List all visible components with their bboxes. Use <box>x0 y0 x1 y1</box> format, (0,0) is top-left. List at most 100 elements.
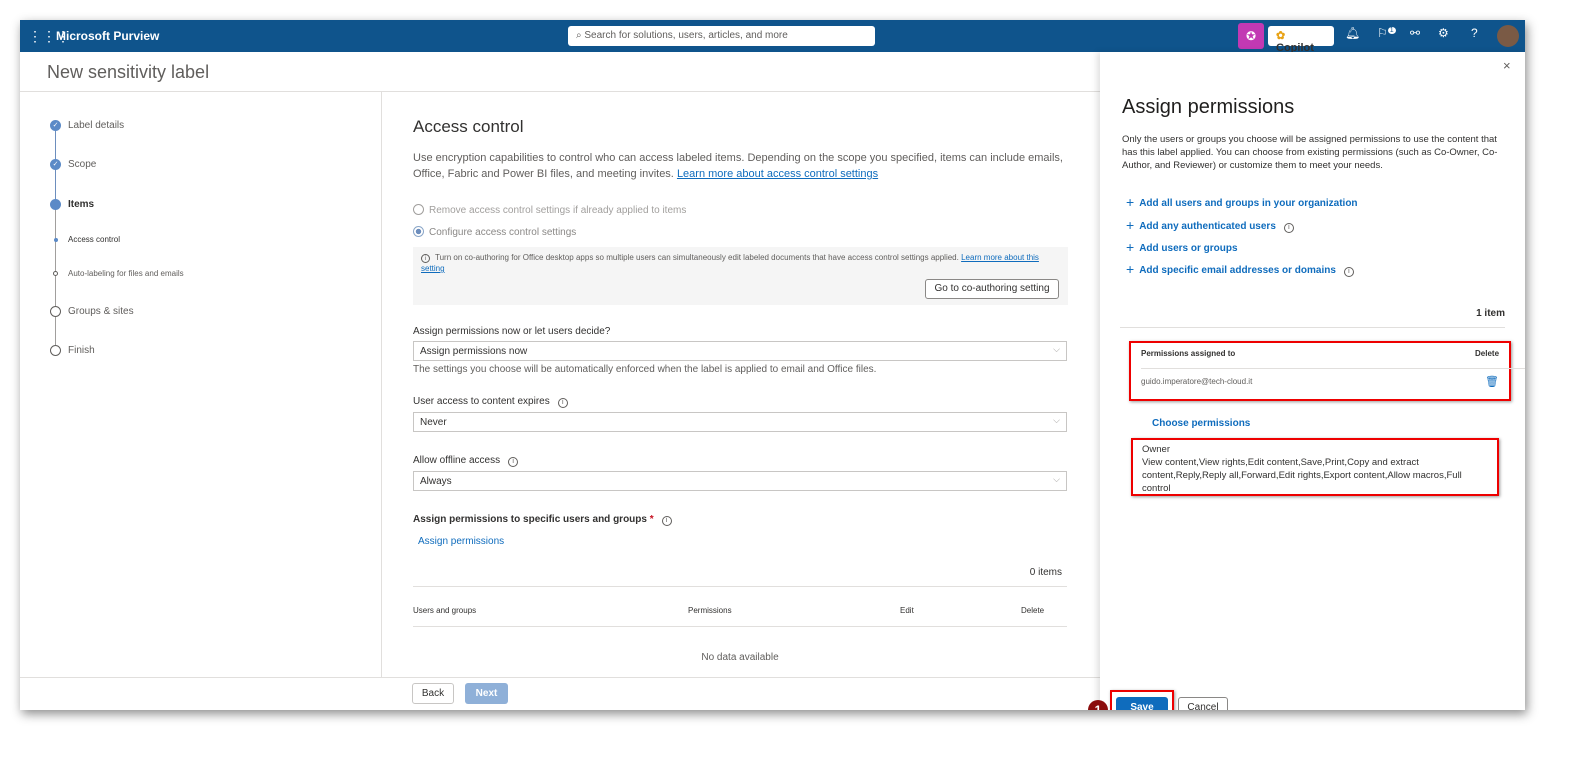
permissions-summary: Owner View content,View rights,Edit conte… <box>1142 443 1492 495</box>
add-authenticated-users-link[interactable]: + Add any authenticated users i <box>1126 217 1294 233</box>
link-label: Add specific email addresses or domains <box>1139 265 1336 276</box>
chevron-down-icon: ⌵ <box>1053 415 1060 425</box>
assign-permissions-link[interactable]: Assign permissions <box>418 536 504 547</box>
next-button[interactable]: Next <box>465 683 508 704</box>
assign-help-text: The settings you choose will be automati… <box>413 364 877 375</box>
learn-more-link[interactable]: Learn more about access control settings <box>677 168 878 180</box>
info-icon[interactable]: i <box>557 398 568 408</box>
assign-permissions-dropdown[interactable]: Assign permissions now ⌵ <box>413 341 1067 361</box>
info-text: Turn on co-authoring for Office desktop … <box>435 253 959 262</box>
step-circle-icon <box>50 306 61 317</box>
connections-icon[interactable]: ⚯ <box>1410 26 1420 40</box>
divider <box>20 677 1100 678</box>
top-bar: ⋮⋮⋮ Microsoft Purview ⌕ Search for solut… <box>20 20 1525 54</box>
app-name[interactable]: Microsoft Purview <box>56 29 159 43</box>
step-callout-badge: 1 <box>1088 700 1108 710</box>
plus-icon: + <box>1126 217 1135 233</box>
divider <box>413 626 1067 627</box>
avatar[interactable] <box>1497 25 1519 47</box>
page-title: New sensitivity label <box>47 62 210 82</box>
substep-dot-icon <box>54 238 58 242</box>
column-users-groups[interactable]: Users and groups <box>413 606 476 615</box>
check-icon: ✓ <box>50 159 61 170</box>
divider <box>20 91 1100 92</box>
gear-icon[interactable]: ⚙ <box>1438 26 1449 40</box>
info-icon[interactable]: i <box>1343 267 1354 277</box>
purview-agent-button[interactable]: ✪ <box>1238 23 1264 49</box>
save-button[interactable]: Save <box>1116 697 1168 710</box>
radio-label: Configure access control settings <box>429 227 577 238</box>
panel-description: Only the users or groups you choose will… <box>1122 134 1498 171</box>
step-groups-sites[interactable]: Groups & sites <box>68 306 134 317</box>
copilot-button[interactable]: ✿ Copilot <box>1268 26 1334 54</box>
step-label-details[interactable]: Label details <box>68 120 124 131</box>
step-scope[interactable]: Scope <box>68 159 96 170</box>
divider <box>1141 368 1525 369</box>
step-finish[interactable]: Finish <box>68 345 95 356</box>
link-label: Add users or groups <box>1139 243 1238 254</box>
link-label: Add all users and groups in your organiz… <box>1139 198 1358 209</box>
app-window: ⋮⋮⋮ Microsoft Purview ⌕ Search for solut… <box>20 20 1525 710</box>
info-icon: i <box>421 254 430 263</box>
go-to-coauthoring-button[interactable]: Go to co-authoring setting <box>925 279 1059 299</box>
dropdown-value: Never <box>420 417 447 428</box>
plus-icon: + <box>1126 239 1135 255</box>
column-permissions[interactable]: Permissions <box>688 606 732 615</box>
info-icon[interactable]: i <box>1283 223 1294 233</box>
radio-remove[interactable]: Remove access control settings if alread… <box>413 204 686 216</box>
plus-icon: + <box>1126 261 1135 277</box>
notifications-icon[interactable]: ⚐ 1 <box>1377 26 1396 40</box>
empty-state: No data available <box>701 652 779 663</box>
choose-permissions-link[interactable]: Choose permissions <box>1152 418 1250 429</box>
step-items[interactable]: Items <box>68 199 94 210</box>
offline-label: Allow offline access i <box>413 455 519 467</box>
info-icon[interactable]: i <box>661 516 672 526</box>
search-input[interactable]: ⌕ Search for solutions, users, articles,… <box>568 26 875 46</box>
column-edit[interactable]: Edit <box>900 606 914 615</box>
specific-users-label: Assign permissions to specific users and… <box>413 514 672 526</box>
chevron-down-icon: ⌵ <box>1053 344 1060 354</box>
radio-configure[interactable]: Configure access control settings <box>413 226 576 238</box>
add-email-domains-link[interactable]: + Add specific email addresses or domains… <box>1126 261 1354 277</box>
back-button[interactable]: Back <box>412 683 454 704</box>
radio-selected-icon <box>413 226 424 237</box>
close-icon[interactable]: × <box>1503 58 1511 73</box>
assign-permissions-panel: × Assign permissions Only the users or g… <box>1088 52 1525 710</box>
column-permissions-assigned: Permissions assigned to <box>1141 349 1236 358</box>
divider <box>413 586 1067 587</box>
coauthoring-info-box: i Turn on co-authoring for Office desktop… <box>413 247 1068 305</box>
items-count: 0 items <box>1029 567 1062 578</box>
notification-badge: 1 <box>1387 27 1396 34</box>
cancel-button[interactable]: Cancel <box>1178 697 1228 710</box>
divider <box>1120 327 1505 328</box>
expires-label: User access to content expires i <box>413 396 568 408</box>
dropdown-value: Assign permissions now <box>420 346 528 357</box>
add-all-users-link[interactable]: + Add all users and groups in your organi… <box>1126 194 1358 210</box>
check-icon: ✓ <box>50 120 61 131</box>
link-label: Add any authenticated users <box>1139 221 1276 232</box>
chevron-down-icon: ⌵ <box>1053 474 1060 484</box>
search-placeholder: Search for solutions, users, articles, a… <box>584 30 788 41</box>
section-title: Access control <box>413 117 524 136</box>
section-description: Use encryption capabilities to control w… <box>413 150 1063 182</box>
bell-icon[interactable]: 🔔︎ <box>1345 26 1360 40</box>
trash-icon[interactable]: 🗑︎ <box>1485 375 1499 388</box>
assigned-user: guido.imperatore@tech-cloud.it <box>1141 377 1253 386</box>
column-delete: Delete <box>1475 349 1500 358</box>
info-icon[interactable]: i <box>508 457 519 467</box>
radio-label: Remove access control settings if alread… <box>429 205 687 216</box>
assign-question-label: Assign permissions now or let users deci… <box>413 326 611 337</box>
column-delete[interactable]: Delete <box>1021 606 1044 615</box>
help-icon[interactable]: ? <box>1471 26 1478 40</box>
divider <box>381 91 382 678</box>
step-auto-labeling[interactable]: Auto-labeling for files and emails <box>68 269 184 278</box>
label-text: User access to content expires <box>413 396 550 407</box>
offline-dropdown[interactable]: Always ⌵ <box>413 471 1067 491</box>
step-access-control[interactable]: Access control <box>68 235 120 244</box>
current-step-icon <box>50 199 61 210</box>
add-users-groups-link[interactable]: + Add users or groups <box>1126 239 1238 255</box>
plus-icon: + <box>1126 194 1135 210</box>
label-text: Assign permissions to specific users and… <box>413 514 647 525</box>
expires-dropdown[interactable]: Never ⌵ <box>413 412 1067 432</box>
permission-list: View content,View rights,Edit content,Sa… <box>1142 457 1462 494</box>
